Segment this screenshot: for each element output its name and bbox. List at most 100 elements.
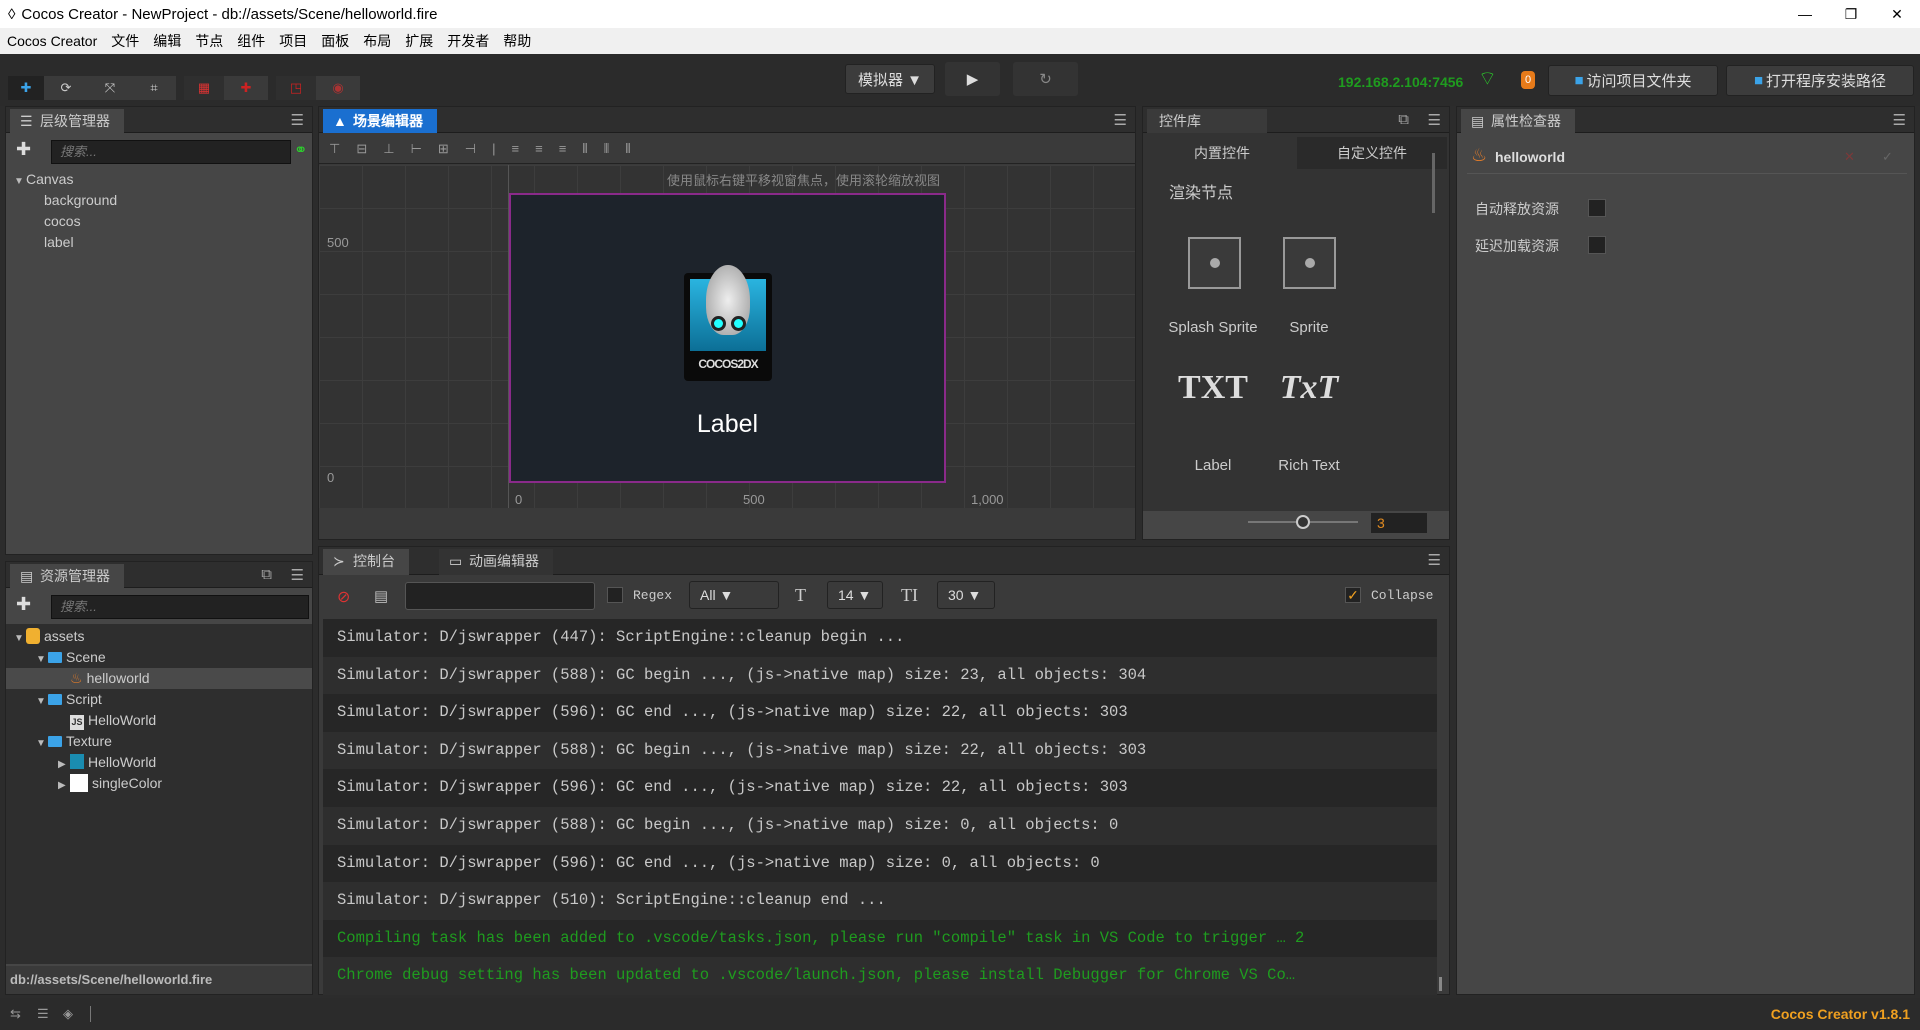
asset-tree-item[interactable]: ▶ singleColor [6,773,312,794]
refresh-button[interactable]: ↻ [1013,62,1078,96]
scene-editor-tab[interactable]: ▲ 场景编辑器 [323,109,437,133]
assets-search-input[interactable]: 搜索... [51,595,309,619]
log-row[interactable]: Simulator: D/jswrapper (596): GC end ...… [323,844,1437,883]
panel-menu-icon[interactable]: ☰ [1893,111,1906,129]
item-label[interactable]: Splash Sprite [1153,319,1273,336]
move-tool-icon[interactable]: ✚ [8,76,44,100]
expand-arrow-icon[interactable]: ▶ [58,754,70,775]
distribute-top-icon[interactable]: ≡ [512,141,520,156]
tree-node[interactable]: label [14,232,117,253]
size-input[interactable]: 3 [1371,513,1427,533]
menu-item[interactable]: 扩展 [405,31,433,51]
rect-tool-icon[interactable]: ⌗ [132,76,176,100]
menu-item[interactable]: 项目 [279,31,307,51]
simulator-dropdown[interactable]: 模拟器 ▼ [845,64,935,94]
panel-menu-icon[interactable]: ☰ [291,566,304,584]
assets-tab[interactable]: ▤ 资源管理器 [10,564,124,588]
align-right-icon[interactable]: ⊣ [465,141,476,157]
apply-icon[interactable]: ✓ [1882,149,1893,165]
distribute-bottom-icon[interactable]: ≡ [559,141,567,156]
item-label[interactable]: Label [1173,457,1253,474]
add-node-icon[interactable]: ✚ [16,139,31,160]
asset-tree-item[interactable]: ▼ Texture [6,731,312,752]
clear-icon[interactable]: ⊘ [337,587,350,607]
log-row[interactable]: Simulator: D/jswrapper (510): ScriptEngi… [323,882,1437,920]
scale-tool-icon[interactable]: ⤧ [88,76,132,100]
scrollbar[interactable] [1432,153,1435,213]
item-label[interactable]: Sprite [1259,319,1359,336]
revert-icon[interactable]: ✕ [1844,149,1855,165]
asset-tree-item[interactable]: ▼ assets [6,626,312,647]
expand-arrow-icon[interactable]: ▼ [36,733,48,754]
tab-builtin[interactable]: 内置控件 [1147,137,1297,169]
menu-item[interactable]: 节点 [195,31,223,51]
expand-arrow-icon[interactable]: ▼ [36,691,48,712]
align-hcenter-icon[interactable]: ⊞ [438,141,449,157]
preview-ip[interactable]: 192.168.2.104:7456 [1338,74,1463,90]
line-height-select[interactable]: 30 ▼ [937,581,995,609]
hide-icon[interactable]: ◈ [63,1006,73,1022]
log-row[interactable]: Compiling task has been added to .vscode… [323,919,1437,958]
menu-item[interactable]: 编辑 [153,31,181,51]
tree-node-canvas[interactable]: ▼ Canvas [14,169,117,190]
menu-item[interactable]: 开发者 [447,31,489,51]
menu-item[interactable]: 面板 [321,31,349,51]
console-filter-input[interactable] [405,582,595,610]
popout-icon[interactable]: ⧉ [1398,111,1409,128]
hierarchy-search-input[interactable]: 搜索... [51,140,291,164]
distribute-left-icon[interactable]: ⫴ [582,141,587,157]
menu-item[interactable]: 布局 [363,31,391,51]
splash-sprite-icon[interactable] [1188,237,1241,289]
sync-icon[interactable]: ⇆ [10,1006,21,1022]
pivot-icon[interactable]: ▦ [184,76,224,100]
console-tab[interactable]: ≻ 控制台 [323,549,409,575]
expand-arrow-icon[interactable]: ▶ [58,775,70,796]
log-row[interactable]: Simulator: D/jswrapper (596): GC end ...… [323,769,1437,807]
menu-item[interactable]: 文件 [111,31,139,51]
sprite-icon[interactable] [1283,237,1336,289]
menu-item[interactable]: Cocos Creator [7,33,97,49]
log-row[interactable]: Simulator: D/jswrapper (588): GC begin .… [323,806,1437,845]
expand-arrow-icon[interactable]: ▼ [36,649,48,670]
maximize-button[interactable]: ❐ [1828,0,1874,28]
log-row[interactable]: Simulator: D/jswrapper (588): GC begin .… [323,731,1437,770]
notification-badge[interactable]: 0 [1521,71,1535,89]
distribute-vcenter-icon[interactable]: ≡ [535,141,543,156]
label-node[interactable]: Label [511,410,944,439]
inspector-tab[interactable]: ▤ 属性检查器 [1461,109,1575,133]
log-row[interactable]: Simulator: D/jswrapper (596): GC end ...… [323,694,1437,732]
auto-release-checkbox[interactable] [1588,199,1606,217]
add-asset-icon[interactable]: ✚ [16,594,31,615]
label-icon[interactable]: TXT [1173,369,1253,407]
gizmo-icon[interactable]: ◳ [276,76,316,100]
animation-editor-tab[interactable]: ▭ 动画编辑器 [439,549,553,575]
log-row[interactable]: Simulator: D/jswrapper (588): GC begin .… [323,656,1437,695]
cocos-logo[interactable]: COCOS2DX [684,265,772,381]
library-tab[interactable]: 控件库 [1147,109,1267,133]
database-icon[interactable]: ☰ [37,1006,49,1022]
asset-tree-item[interactable]: ♨ helloworld [6,668,312,689]
size-slider[interactable] [1248,515,1358,529]
minimize-button[interactable]: — [1782,0,1828,28]
asset-tree-item[interactable]: ▼ Script [6,689,312,710]
record-icon[interactable]: ◉ [316,76,360,100]
link-icon[interactable]: ⚭ [294,140,307,160]
menu-item[interactable]: 组件 [237,31,265,51]
open-project-folder-button[interactable]: ■ 访问项目文件夹 [1548,65,1718,96]
panel-menu-icon[interactable]: ☰ [291,111,304,129]
asset-tree-item[interactable]: ▼ Scene [6,647,312,668]
regex-checkbox[interactable] [607,587,623,603]
tree-node[interactable]: cocos [14,211,117,232]
rotate-tool-icon[interactable]: ⟳ [44,76,88,100]
panel-menu-icon[interactable]: ☰ [1114,111,1127,129]
open-log-icon[interactable]: ▤ [374,587,388,605]
design-resolution-frame[interactable]: COCOS2DX Label [509,193,946,483]
align-top-icon[interactable]: ⊤ [329,141,340,157]
open-install-path-button[interactable]: ■ 打开程序安装路径 [1726,65,1914,96]
local-global-icon[interactable]: ✚ [224,76,268,100]
log-row[interactable]: Simulator: D/jswrapper (447): ScriptEngi… [323,619,1437,657]
font-size-select[interactable]: 14 ▼ [827,581,883,609]
expand-arrow-icon[interactable]: ▼ [14,628,26,649]
close-button[interactable]: ✕ [1874,0,1920,28]
panel-menu-icon[interactable]: ☰ [1428,111,1441,129]
